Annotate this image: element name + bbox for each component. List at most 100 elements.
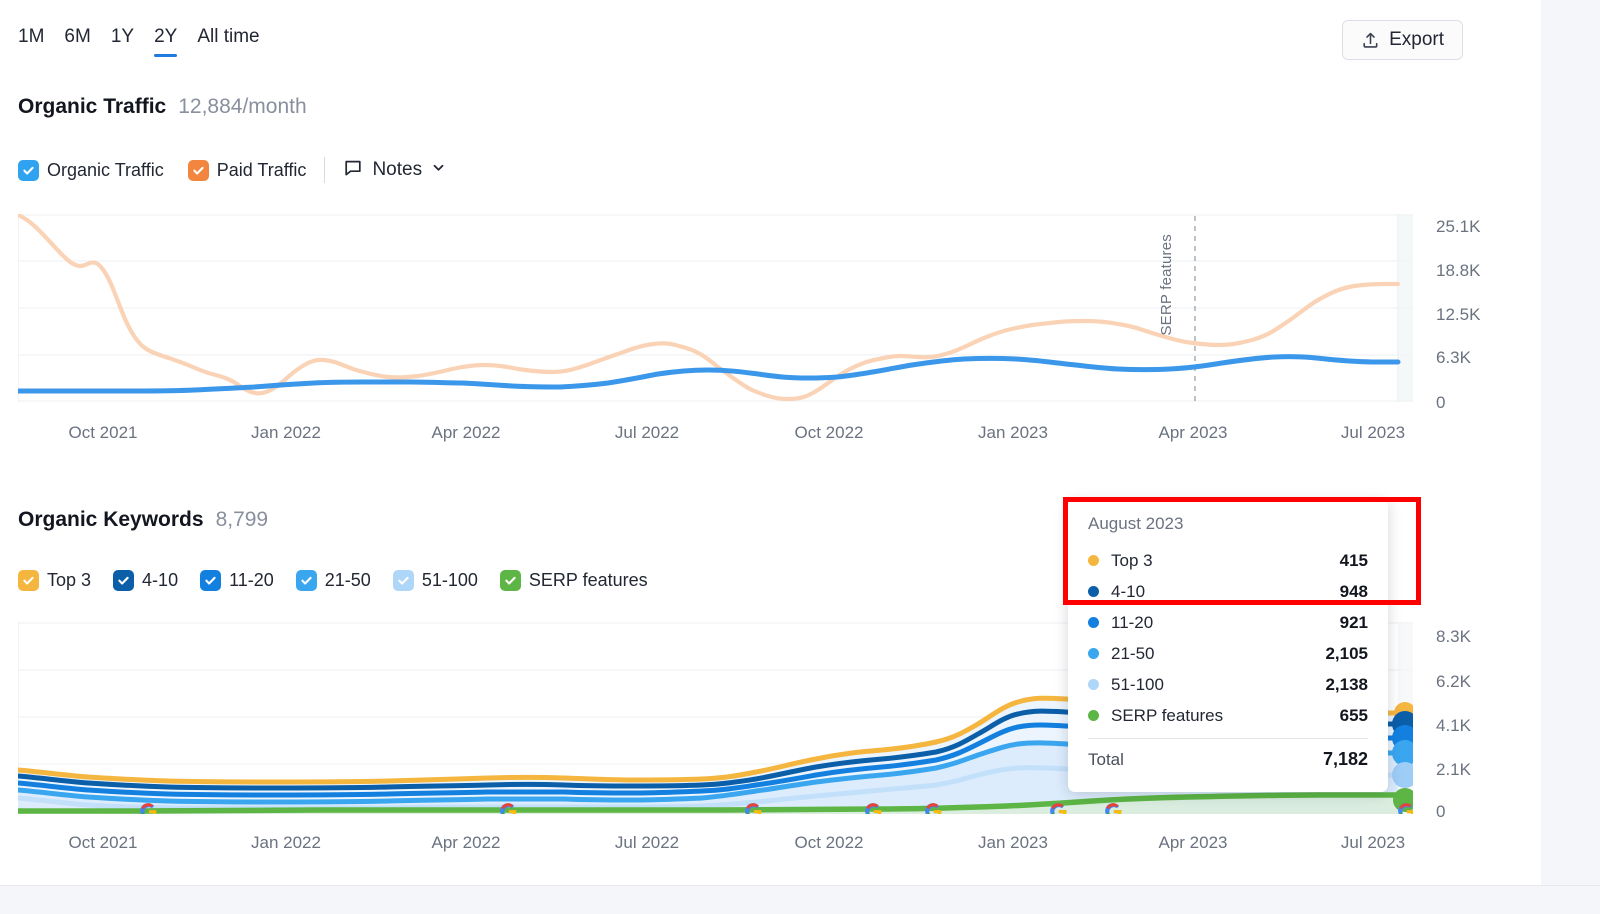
x-tick-label: Jan 2023 — [953, 834, 1073, 851]
legend-item-organic-traffic[interactable]: Organic Traffic — [18, 160, 164, 181]
tooltip-dot-serp-features — [1088, 710, 1099, 721]
tooltip-label-51-100: 51-100 — [1111, 675, 1164, 695]
y-tick-label: 6.2K — [1436, 673, 1471, 690]
tooltip-total-row: Total 7,182 — [1088, 743, 1368, 776]
organic-keywords-title: Organic Keywords — [18, 508, 204, 532]
organic-traffic-value: 12,884/month — [178, 95, 306, 119]
tooltip-label-serp-features: SERP features — [1111, 706, 1223, 726]
y-tick-label: 0 — [1436, 803, 1445, 820]
tooltip-dot-top-3 — [1088, 555, 1099, 566]
tooltip-dot-51-100 — [1088, 679, 1099, 690]
x-tick-label: Apr 2022 — [406, 834, 526, 851]
x-tick-label: Jan 2023 — [953, 424, 1073, 441]
checkbox-serp-features[interactable] — [500, 570, 521, 591]
organic-keywords-value: 8,799 — [216, 508, 269, 532]
legend-item-21-50[interactable]: 21-50 — [296, 570, 371, 591]
notes-label: Notes — [372, 159, 422, 181]
y-tick-label: 2.1K — [1436, 761, 1471, 778]
y-tick-label: 12.5K — [1436, 306, 1480, 323]
legend-label-organic-traffic: Organic Traffic — [47, 160, 164, 181]
tooltip-row-11-20: 11-20 921 — [1088, 607, 1368, 638]
y-tick-label: 18.8K — [1436, 262, 1480, 279]
legend-label-51-100: 51-100 — [422, 570, 478, 591]
tooltip-row-4-10: 4-10 948 — [1088, 576, 1368, 607]
organic-traffic-chart[interactable]: SERP features — [18, 214, 1413, 402]
tooltip-label-21-50: 21-50 — [1111, 644, 1154, 664]
x-tick-label: Jul 2022 — [587, 834, 707, 851]
period-tab-1m[interactable]: 1M — [18, 24, 44, 57]
x-tick-label: Jan 2022 — [226, 424, 346, 441]
tooltip-row-51-100: 51-100 2,138 — [1088, 669, 1368, 700]
legend-label-4-10: 4-10 — [142, 570, 178, 591]
tooltip-row-top-3: Top 3 415 — [1088, 545, 1368, 576]
edge-markers — [1392, 702, 1413, 812]
x-tick-label: Oct 2022 — [769, 834, 889, 851]
y-tick-label: 0 — [1436, 394, 1445, 411]
analytics-page: 1M 6M 1Y 2Y All time Export Organic Traf… — [0, 0, 1541, 885]
bottom-gutter — [0, 885, 1600, 914]
tooltip-value-11-20: 921 — [1340, 613, 1368, 633]
y-tick-label: 8.3K — [1436, 628, 1471, 645]
x-tick-label: Jul 2023 — [1313, 834, 1433, 851]
legend-item-top-3[interactable]: Top 3 — [18, 570, 91, 591]
legend-label-11-20: 11-20 — [229, 570, 274, 591]
tooltip-dot-11-20 — [1088, 617, 1099, 628]
tooltip-label-4-10: 4-10 — [1111, 582, 1145, 602]
legend-item-4-10[interactable]: 4-10 — [113, 570, 178, 591]
x-tick-label: Apr 2022 — [406, 424, 526, 441]
period-tab-2y[interactable]: 2Y — [154, 24, 177, 57]
x-tick-label: Jul 2022 — [587, 424, 707, 441]
tooltip-row-serp-features: SERP features 655 — [1088, 700, 1368, 731]
legend-item-paid-traffic[interactable]: Paid Traffic — [188, 160, 307, 181]
legend-label-21-50: 21-50 — [325, 570, 371, 591]
tooltip-date: August 2023 — [1088, 514, 1368, 534]
checkbox-51-100[interactable] — [393, 570, 414, 591]
tooltip-label-11-20: 11-20 — [1111, 613, 1153, 633]
checkbox-21-50[interactable] — [296, 570, 317, 591]
note-icon — [343, 158, 363, 183]
legend-label-top-3: Top 3 — [47, 570, 91, 591]
x-tick-label: Oct 2021 — [43, 834, 163, 851]
tooltip-total-value: 7,182 — [1323, 749, 1368, 770]
tooltip-label-top-3: Top 3 — [1111, 551, 1153, 571]
legend-label-paid-traffic: Paid Traffic — [217, 160, 307, 181]
tooltip-value-51-100: 2,138 — [1325, 675, 1368, 695]
y-tick-label: 25.1K — [1436, 218, 1480, 235]
checkbox-organic-traffic[interactable] — [18, 160, 39, 181]
period-tab-1y[interactable]: 1Y — [111, 24, 134, 57]
tooltip-value-serp-features: 655 — [1340, 706, 1368, 726]
notes-dropdown[interactable]: Notes — [343, 158, 446, 183]
tooltip-row-21-50: 21-50 2,105 — [1088, 638, 1368, 669]
period-tab-6m[interactable]: 6M — [64, 24, 90, 57]
checkbox-11-20[interactable] — [200, 570, 221, 591]
legend-item-serp-features[interactable]: SERP features — [500, 570, 648, 591]
legend-label-serp-features: SERP features — [529, 570, 648, 591]
x-tick-label: Jul 2023 — [1313, 424, 1433, 441]
serp-features-annotation: SERP features — [1158, 234, 1175, 336]
upload-icon — [1361, 31, 1380, 50]
chevron-down-icon — [431, 160, 446, 180]
export-label: Export — [1389, 29, 1444, 51]
x-tick-label: Jan 2022 — [226, 834, 346, 851]
traffic-legend: Organic Traffic Paid Traffic Notes — [18, 157, 446, 183]
checkbox-paid-traffic[interactable] — [188, 160, 209, 181]
tooltip-value-4-10: 948 — [1340, 582, 1368, 602]
checkbox-4-10[interactable] — [113, 570, 134, 591]
period-tab-all-time[interactable]: All time — [197, 24, 259, 57]
export-button[interactable]: Export — [1342, 20, 1463, 60]
organic-traffic-heading: Organic Traffic 12,884/month — [18, 95, 307, 119]
legend-item-11-20[interactable]: 11-20 — [200, 570, 274, 591]
x-tick-label: Apr 2023 — [1133, 834, 1253, 851]
tooltip-value-21-50: 2,105 — [1325, 644, 1368, 664]
tooltip-dot-4-10 — [1088, 586, 1099, 597]
checkbox-top-3[interactable] — [18, 570, 39, 591]
x-tick-label: Oct 2021 — [43, 424, 163, 441]
x-tick-label: Oct 2022 — [769, 424, 889, 441]
legend-divider — [324, 157, 325, 183]
legend-item-51-100[interactable]: 51-100 — [393, 570, 478, 591]
period-tabs: 1M 6M 1Y 2Y All time — [18, 24, 260, 57]
organic-keywords-heading: Organic Keywords 8,799 — [18, 508, 268, 532]
tooltip-total-label: Total — [1088, 750, 1124, 770]
tooltip-value-top-3: 415 — [1340, 551, 1368, 571]
tooltip-divider — [1088, 738, 1368, 739]
